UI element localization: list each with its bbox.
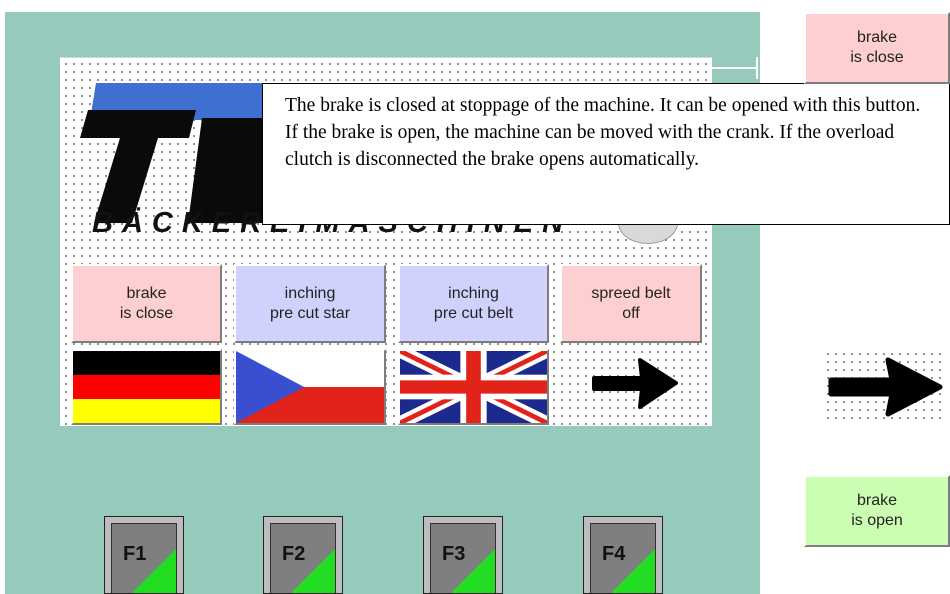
f4-key[interactable]: F4: [583, 516, 663, 594]
brake-open-button[interactable]: brake is open: [804, 475, 950, 547]
czech-flag-icon: [236, 351, 384, 423]
right-arrow-right-icon[interactable]: [826, 356, 944, 418]
germany-flag-icon: [73, 351, 220, 423]
czech-flag-button[interactable]: [234, 349, 386, 425]
spreed-belt-off-button[interactable]: spreed belt off: [560, 264, 702, 343]
f2-key[interactable]: F2: [263, 516, 343, 594]
inching-pre-cut-star-button[interactable]: inching pre cut star: [234, 264, 386, 343]
f1-key-label: F1: [123, 543, 147, 565]
f3-key-label: F3: [442, 543, 466, 565]
connector-line: [712, 67, 758, 69]
f1-key[interactable]: F1: [104, 516, 184, 594]
f4-key-label: F4: [602, 543, 626, 565]
arrow-right-icon[interactable]: [590, 356, 678, 411]
connector-tick: [756, 57, 758, 79]
uk-flag-icon: [400, 351, 547, 423]
f3-key[interactable]: F3: [423, 516, 503, 594]
help-tooltip: The brake is closed at stoppage of the m…: [262, 83, 950, 225]
f2-key-label: F2: [282, 543, 306, 565]
germany-flag-button[interactable]: [71, 349, 222, 425]
uk-flag-button[interactable]: [398, 349, 549, 425]
inching-pre-cut-belt-button[interactable]: inching pre cut belt: [398, 264, 549, 343]
right-brake-close-button[interactable]: brake is close: [804, 12, 950, 84]
brake-close-button[interactable]: brake is close: [71, 264, 222, 343]
